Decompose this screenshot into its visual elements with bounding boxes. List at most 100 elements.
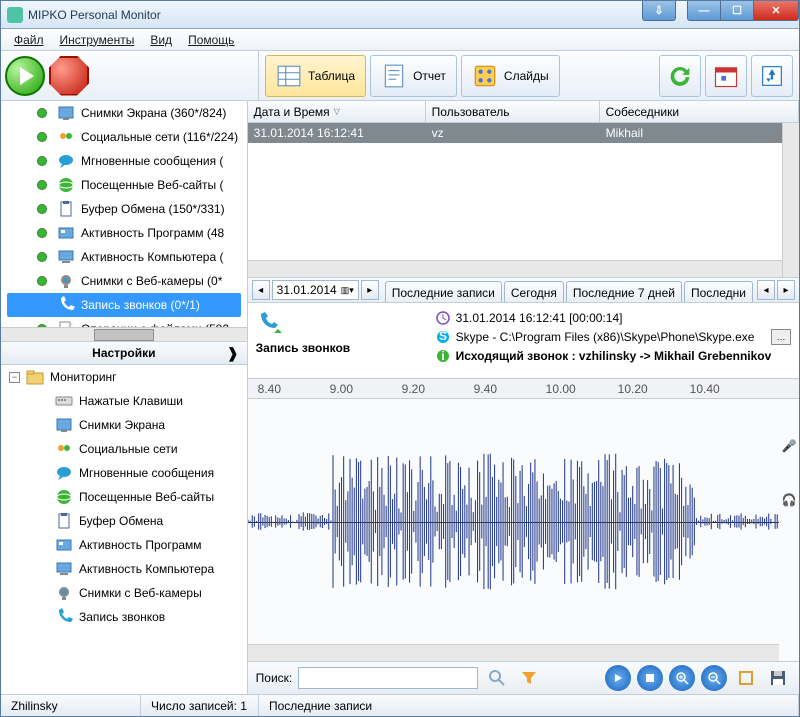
recycle-button[interactable] bbox=[751, 55, 793, 97]
stop-playback-button[interactable] bbox=[637, 665, 663, 691]
settings-item-computer[interactable]: Активность Компьютера bbox=[1, 557, 247, 581]
calls-icon bbox=[55, 608, 73, 626]
window-close-button[interactable]: ✕ bbox=[753, 1, 799, 21]
date-tab-2[interactable]: Последние 7 дней bbox=[566, 281, 682, 303]
settings-tree: − Мониторинг Нажатые КлавишиСнимки Экран… bbox=[1, 365, 247, 694]
view-slides-button[interactable]: Слайды bbox=[461, 55, 560, 97]
slides-icon bbox=[472, 63, 498, 89]
settings-item-webcam[interactable]: Снимки с Веб-камеры bbox=[1, 581, 247, 605]
clock-icon bbox=[436, 311, 450, 325]
view-table-button[interactable]: Таблица bbox=[265, 55, 366, 97]
tree-item-webcam[interactable]: Снимки с Веб-камеры (0* bbox=[1, 269, 247, 293]
date-tab-3[interactable]: Последни bbox=[684, 281, 753, 303]
tabs-prev-button[interactable]: ◂ bbox=[757, 280, 775, 300]
date-prev-button[interactable]: ◂ bbox=[252, 280, 270, 300]
expander-icon[interactable]: − bbox=[9, 372, 20, 383]
detail-panel: Запись звонков 31.01.2014 16:12:41 [00:0… bbox=[248, 303, 799, 379]
window-maximize-button[interactable]: ☐ bbox=[720, 1, 754, 21]
keyboard-icon bbox=[55, 392, 73, 410]
tree-item-screenshot[interactable]: Снимки Экрана (360*/824) bbox=[1, 101, 247, 125]
grid-header-user[interactable]: Пользователь bbox=[426, 101, 600, 122]
date-tab-0[interactable]: Последние записи bbox=[385, 281, 502, 303]
web-icon bbox=[55, 488, 73, 506]
start-monitoring-button[interactable] bbox=[5, 56, 45, 96]
tree-item-programs[interactable]: Активность Программ (48 bbox=[1, 221, 247, 245]
calendar-dropdown-icon[interactable]: ▥▾ bbox=[341, 285, 354, 296]
crop-button[interactable] bbox=[733, 665, 759, 691]
detail-more-button[interactable]: … bbox=[771, 329, 791, 345]
grid-vscrollbar[interactable] bbox=[782, 123, 799, 277]
window-title: MIPKO Personal Monitor bbox=[28, 8, 161, 22]
programs-icon bbox=[55, 536, 73, 554]
settings-item-label: Социальные сети bbox=[79, 442, 178, 456]
menubar: Файл Инструменты Вид Помощь bbox=[1, 29, 799, 51]
tree-item-computer[interactable]: Активность Компьютера ( bbox=[1, 245, 247, 269]
tree-item-im[interactable]: Мгновенные сообщения ( bbox=[1, 149, 247, 173]
settings-item-calls[interactable]: Запись звонков bbox=[1, 605, 247, 629]
tree-item-social[interactable]: Социальные сети (116*/224) bbox=[1, 125, 247, 149]
table-row[interactable]: 31.01.2014 16:12:41 vz Mikhail bbox=[248, 123, 799, 143]
window-extra-button[interactable]: ⇩ bbox=[642, 1, 676, 21]
active-badge-icon bbox=[37, 252, 47, 262]
skype-icon: S bbox=[436, 330, 450, 344]
play-button[interactable] bbox=[605, 665, 631, 691]
statusbar: Zhilinsky Число записей: 1 Последние зап… bbox=[1, 694, 799, 716]
settings-item-label: Буфер Обмена bbox=[79, 514, 163, 528]
settings-item-programs[interactable]: Активность Программ bbox=[1, 533, 247, 557]
date-next-button[interactable]: ▸ bbox=[361, 280, 379, 300]
tree-item-files[interactable]: Операции с файлами (582 bbox=[1, 317, 247, 327]
active-badge-icon bbox=[37, 108, 47, 118]
screenshot-icon bbox=[55, 416, 73, 434]
grid-hscrollbar[interactable] bbox=[248, 260, 782, 277]
ruler-tick: 9.20 bbox=[402, 382, 425, 396]
tree-hscrollbar[interactable] bbox=[1, 327, 247, 341]
search-icon[interactable] bbox=[484, 665, 510, 691]
folder-icon bbox=[26, 368, 44, 386]
save-button[interactable] bbox=[765, 665, 791, 691]
tree-item-calls[interactable]: Запись звонков (0*/1) bbox=[7, 293, 241, 317]
grid-header-peers[interactable]: Собеседники bbox=[600, 101, 799, 122]
tree-item-clipboard[interactable]: Буфер Обмена (150*/331) bbox=[1, 197, 247, 221]
social-icon bbox=[55, 440, 73, 458]
tree-item-label: Снимки Экрана (360*/824) bbox=[81, 106, 226, 120]
menu-tools[interactable]: Инструменты bbox=[53, 31, 142, 49]
date-tab-1[interactable]: Сегодня bbox=[504, 281, 564, 303]
tree-item-label: Буфер Обмена (150*/331) bbox=[81, 202, 225, 216]
date-input[interactable]: 31.01.2014 ▥▾ bbox=[272, 280, 359, 300]
menu-help[interactable]: Помощь bbox=[181, 31, 241, 49]
table-icon bbox=[276, 63, 302, 89]
settings-item-clipboard[interactable]: Буфер Обмена bbox=[1, 509, 247, 533]
tree-item-label: Активность Компьютера ( bbox=[81, 250, 223, 264]
active-badge-icon bbox=[37, 180, 47, 190]
settings-item-screenshot[interactable]: Снимки Экрана bbox=[1, 413, 247, 437]
date-nav-bar: ◂ 31.01.2014 ▥▾ ▸ Последние записиСегодн… bbox=[248, 277, 799, 303]
tabs-next-button[interactable]: ▸ bbox=[777, 280, 795, 300]
refresh-button[interactable] bbox=[659, 55, 701, 97]
im-icon bbox=[55, 464, 73, 482]
settings-item-im[interactable]: Мгновенные сообщения bbox=[1, 461, 247, 485]
grid-header-datetime[interactable]: Дата и Время▽ bbox=[248, 101, 426, 122]
settings-header[interactable]: Настройки ❱ bbox=[1, 341, 247, 365]
stop-monitoring-button[interactable] bbox=[49, 56, 89, 96]
waveform-hscrollbar[interactable] bbox=[248, 644, 779, 661]
settings-item-web[interactable]: Посещенные Веб-сайты bbox=[1, 485, 247, 509]
ruler-tick: 10.20 bbox=[618, 382, 648, 396]
menu-file[interactable]: Файл bbox=[7, 31, 51, 49]
menu-view[interactable]: Вид bbox=[143, 31, 179, 49]
settings-label: Настройки bbox=[92, 346, 155, 360]
window-minimize-button[interactable]: — bbox=[687, 1, 721, 21]
search-input[interactable] bbox=[298, 667, 478, 689]
tree-item-web[interactable]: Посещенные Веб-сайты ( bbox=[1, 173, 247, 197]
filter-icon[interactable] bbox=[516, 665, 542, 691]
zoom-in-button[interactable] bbox=[669, 665, 695, 691]
calendar-button[interactable] bbox=[705, 55, 747, 97]
settings-parent-row[interactable]: − Мониторинг bbox=[1, 365, 247, 389]
settings-item-label: Мгновенные сообщения bbox=[79, 466, 214, 480]
zoom-out-button[interactable] bbox=[701, 665, 727, 691]
view-report-button[interactable]: Отчет bbox=[370, 55, 457, 97]
waveform[interactable] bbox=[248, 399, 779, 644]
settings-item-social[interactable]: Социальные сети bbox=[1, 437, 247, 461]
settings-item-keyboard[interactable]: Нажатые Клавиши bbox=[1, 389, 247, 413]
social-icon bbox=[57, 128, 75, 146]
titlebar: MIPKO Personal Monitor ⇩ — ☐ ✕ bbox=[1, 1, 799, 29]
